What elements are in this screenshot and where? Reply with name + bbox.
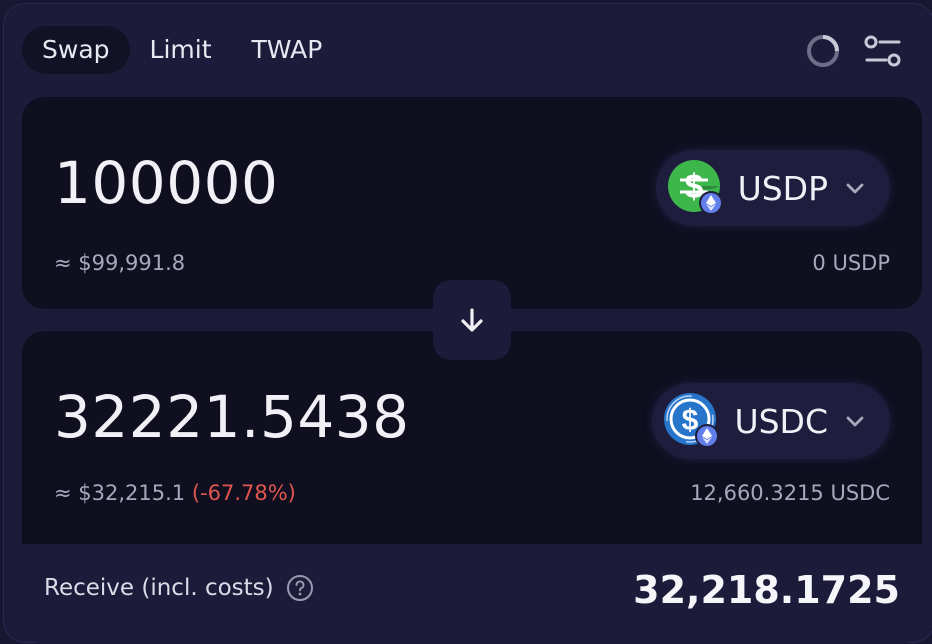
chevron-down-icon xyxy=(846,416,864,427)
receive-label-group: Receive (incl. costs) xyxy=(44,574,314,602)
chevron-down-icon xyxy=(846,183,864,194)
order-type-tabs: Swap Limit TWAP xyxy=(22,26,342,74)
arrow-down-icon xyxy=(461,308,483,332)
buy-balance: 12,660.3215 USDC xyxy=(690,481,890,505)
buy-token-symbol: USDC xyxy=(734,401,828,441)
refresh-ring-icon xyxy=(807,35,839,67)
help-icon[interactable] xyxy=(286,574,314,602)
tab-swap[interactable]: Swap xyxy=(22,26,130,74)
price-impact: (-67.78%) xyxy=(191,481,296,505)
usdp-token-icon: $ xyxy=(667,160,724,216)
sell-token-symbol: USDP xyxy=(737,168,828,208)
tab-twap[interactable]: TWAP xyxy=(232,26,343,74)
sell-usd-value: ≈ $99,991.8 xyxy=(54,251,186,275)
refresh-button[interactable] xyxy=(804,32,842,70)
toolbar-icons xyxy=(804,32,902,70)
buy-usd-value: ≈ $32,215.1 (-67.78%) xyxy=(54,481,296,505)
tab-limit[interactable]: Limit xyxy=(130,26,232,74)
sell-token-selector[interactable]: $ USDP xyxy=(655,150,890,226)
usdc-token-icon: $ xyxy=(664,393,720,449)
switch-tokens-button[interactable] xyxy=(433,280,511,360)
buy-amount: 32221.5438 xyxy=(54,383,410,451)
receive-summary: Receive (incl. costs) 32,218.1725 xyxy=(22,544,922,644)
receive-value: 32,218.1725 xyxy=(633,568,900,612)
sell-balance: 0 USDP xyxy=(812,251,890,275)
buy-usd-amount: ≈ $32,215.1 xyxy=(54,481,186,505)
buy-token-selector[interactable]: $ USDC xyxy=(652,383,890,459)
sell-card: 100000 ≈ $99,991.8 $ USDP 0 USDP xyxy=(22,97,922,309)
settings-button[interactable] xyxy=(864,32,902,70)
sliders-icon xyxy=(864,35,901,67)
receive-label: Receive (incl. costs) xyxy=(44,575,274,601)
sell-amount-input[interactable]: 100000 xyxy=(54,149,278,217)
